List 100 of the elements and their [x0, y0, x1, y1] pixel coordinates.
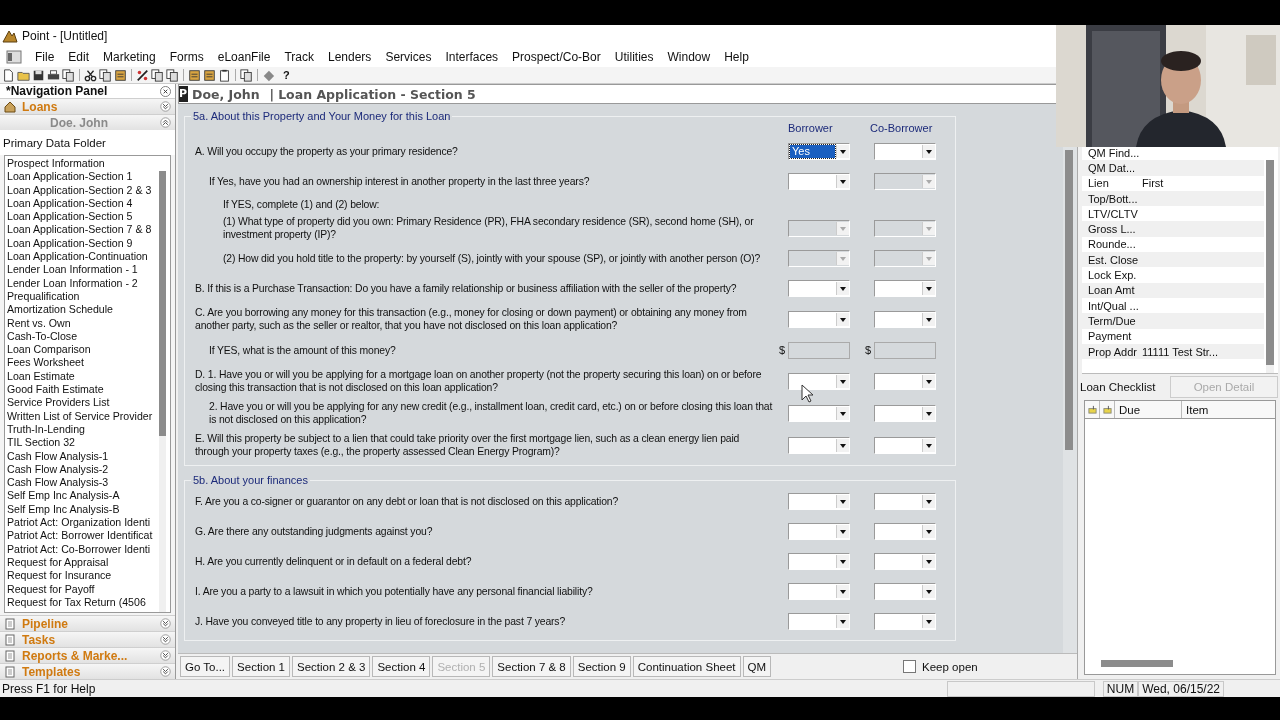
dropdown[interactable] — [874, 522, 936, 540]
column-header[interactable]: Item — [1182, 401, 1209, 418]
section-tab[interactable]: Continuation Sheet — [632, 656, 741, 677]
menu-item[interactable]: Marketing — [96, 50, 163, 64]
dropdown[interactable] — [874, 404, 936, 422]
list-item[interactable]: Loan Comparison — [7, 343, 91, 357]
section-tab[interactable]: Section 7 & 8 — [492, 656, 571, 677]
checkbox-label[interactable]: Keep open — [922, 660, 978, 673]
pages-icon[interactable] — [99, 68, 112, 82]
form-icon[interactable] — [203, 68, 216, 82]
menu-item[interactable]: Services — [378, 50, 439, 64]
list-item[interactable]: Patriot Act: Organization Identi — [7, 516, 151, 530]
pages-icon[interactable] — [62, 68, 75, 82]
dropdown[interactable] — [788, 612, 850, 630]
list-item[interactable]: Prequalification — [7, 289, 80, 304]
list-item[interactable]: Prospect Information — [7, 157, 105, 171]
scrollbar-thumb[interactable] — [1266, 160, 1274, 365]
list-item[interactable]: Loan Application-Section 4 — [7, 196, 133, 211]
list-item[interactable]: Request for Tax Return (4506 — [7, 595, 146, 610]
dropdown[interactable] — [788, 310, 850, 328]
list-item[interactable]: Request for Insurance — [7, 569, 112, 583]
pages-icon[interactable] — [166, 68, 179, 82]
dropdown[interactable] — [874, 372, 936, 390]
dropdown[interactable] — [788, 404, 850, 422]
list-item[interactable]: Rent vs. Own — [7, 316, 71, 330]
section-tab[interactable]: Section 2 & 3 — [292, 656, 371, 677]
dropdown[interactable] — [874, 612, 936, 630]
list-item[interactable]: Self Emp Inc Analysis-A — [7, 489, 120, 503]
list-item[interactable]: Cash-To-Close — [7, 329, 78, 344]
dropdown[interactable] — [874, 142, 936, 160]
diamond-icon[interactable] — [262, 68, 275, 82]
dropdown[interactable] — [788, 522, 850, 540]
list-item[interactable]: Truth-In-Lending — [7, 422, 85, 437]
list-item[interactable]: Loan Application-Continuation — [7, 250, 148, 264]
dropdown[interactable] — [788, 582, 850, 600]
dropdown[interactable]: Yes — [788, 142, 850, 160]
scrollbar-thumb[interactable] — [1101, 660, 1173, 667]
dropdown[interactable] — [874, 436, 936, 454]
list-item[interactable]: Loan Application-Section 5 — [7, 210, 133, 224]
expand-icon[interactable] — [160, 666, 171, 677]
expand-icon[interactable] — [160, 650, 171, 661]
menu-item[interactable]: Forms — [162, 50, 211, 64]
section-tab[interactable]: QM — [742, 656, 772, 677]
list-item[interactable]: Loan Estimate — [7, 369, 75, 384]
dropdown[interactable] — [788, 552, 850, 570]
dropdown[interactable] — [788, 436, 850, 454]
close-icon[interactable] — [160, 85, 171, 97]
scrollbar-thumb[interactable] — [159, 171, 166, 436]
dropdown[interactable] — [788, 492, 850, 510]
list-item[interactable]: Service Providers List — [7, 396, 110, 410]
list-item[interactable]: Request for Payoff — [7, 582, 95, 596]
dropdown[interactable] — [874, 310, 936, 328]
menu-item[interactable]: Lenders — [321, 50, 379, 64]
percent-icon[interactable] — [136, 68, 149, 82]
menu-item[interactable]: Help — [717, 50, 756, 64]
dropdown[interactable] — [788, 279, 850, 297]
form-icon[interactable] — [114, 68, 127, 82]
list-item[interactable]: Lender Loan Information - 1 — [7, 263, 138, 277]
list-item[interactable]: Self Emp Inc Analysis-B — [7, 502, 120, 516]
list-item[interactable]: Patriot Act: Co-Borrower Identi — [7, 542, 151, 556]
menu-item[interactable]: Window — [660, 50, 718, 64]
form-icon[interactable] — [188, 68, 201, 82]
expand-icon[interactable] — [160, 634, 171, 645]
dropdown[interactable] — [788, 372, 850, 390]
document-icon[interactable] — [2, 68, 15, 82]
floppy-icon[interactable] — [32, 68, 45, 82]
scissors-icon[interactable] — [84, 68, 97, 82]
list-item[interactable]: Request for Appraisal — [7, 555, 109, 570]
menu-item[interactable]: Edit — [61, 50, 97, 64]
dropdown[interactable] — [788, 172, 850, 190]
menu-item[interactable]: Track — [277, 50, 321, 64]
sort-icon[interactable] — [1087, 405, 1097, 414]
list-item[interactable]: Loan Application-Section 9 — [7, 236, 133, 251]
sort-icon[interactable] — [1102, 405, 1112, 414]
section-tab[interactable]: Section 1 — [232, 656, 290, 677]
menu-item[interactable]: eLoanFile — [210, 50, 278, 64]
printer-icon[interactable] — [47, 68, 60, 82]
menu-item[interactable]: Interfaces — [438, 50, 506, 64]
column-header[interactable]: Due — [1115, 401, 1182, 418]
section-tab[interactable]: Section 4 — [372, 656, 431, 677]
menu-item[interactable]: Utilities — [607, 50, 661, 64]
list-item[interactable]: Loan Application-Section 2 & 3 — [7, 183, 152, 197]
list-item[interactable]: Cash Flow Analysis-2 — [7, 462, 109, 477]
list-item[interactable]: TIL Section 32 — [7, 436, 75, 450]
dropdown[interactable] — [874, 582, 936, 600]
list-item[interactable]: Lender Loan Information - 2 — [7, 276, 138, 290]
dropdown[interactable] — [874, 552, 936, 570]
expand-icon[interactable] — [160, 618, 171, 629]
list-item[interactable]: Amortization Schedule — [7, 303, 113, 317]
list-item[interactable]: Written List of Service Provider — [7, 409, 153, 423]
collapse-icon[interactable] — [160, 117, 171, 128]
menu-item[interactable]: File — [28, 50, 62, 64]
dropdown[interactable] — [874, 279, 936, 297]
pages-icon[interactable] — [240, 68, 253, 82]
window-menu-icon[interactable] — [6, 50, 22, 64]
list-item[interactable]: Fees Worksheet — [7, 356, 84, 370]
list-item[interactable]: Patriot Act: Borrower Identificat — [7, 529, 153, 543]
list-item[interactable]: Cash Flow Analysis-3 — [7, 476, 109, 490]
expand-icon[interactable] — [160, 101, 171, 112]
list-item[interactable]: Good Faith Estimate — [7, 383, 104, 397]
